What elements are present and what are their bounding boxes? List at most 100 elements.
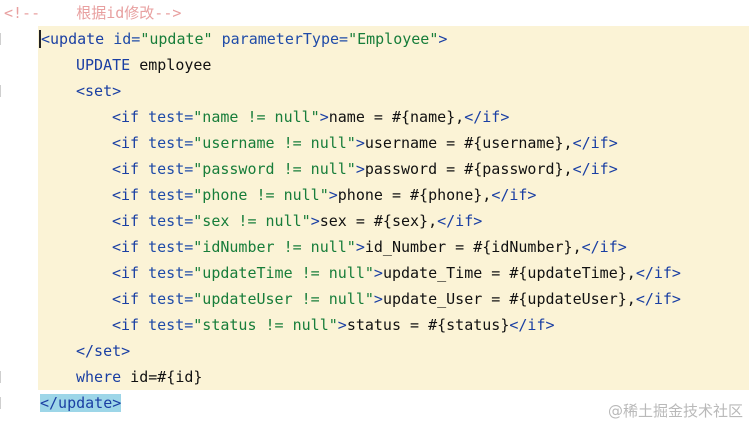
line-highlight bbox=[38, 78, 749, 104]
code-token: <if bbox=[112, 264, 140, 282]
code-text: <if test="phone != null">phone = #{phone… bbox=[112, 182, 536, 208]
code-token: > bbox=[328, 186, 338, 204]
code-line[interactable]: <if test="sex != null">sex = #{sex},</if… bbox=[0, 208, 749, 234]
code-line[interactable]: <!-- 根据id修改--> bbox=[0, 0, 749, 26]
code-line[interactable]: <if test="password != null">password = #… bbox=[0, 156, 749, 182]
code-token: where bbox=[76, 368, 122, 386]
code-token: test= bbox=[139, 134, 194, 152]
code-token: <if bbox=[112, 134, 140, 152]
code-text: </set> bbox=[76, 338, 130, 364]
code-token: "password != null" bbox=[193, 160, 356, 178]
code-token: </if> bbox=[635, 264, 681, 282]
code-token: update bbox=[50, 30, 105, 48]
line-highlight bbox=[38, 338, 749, 364]
code-token: <if bbox=[112, 212, 140, 230]
code-token: name = #{name}, bbox=[328, 108, 465, 126]
code-token: </if> bbox=[572, 160, 618, 178]
code-token: < bbox=[39, 30, 51, 48]
code-token: test= bbox=[139, 316, 194, 334]
code-token: > bbox=[355, 238, 365, 256]
code-token: test= bbox=[139, 186, 194, 204]
code-text: <update id="update" parameterType="Emplo… bbox=[39, 26, 448, 52]
code-token: sex = #{sex}, bbox=[319, 212, 438, 230]
code-token: employee bbox=[130, 56, 212, 74]
code-token: update_User = #{updateUser}, bbox=[382, 290, 636, 308]
code-text: where id=#{id} bbox=[76, 364, 202, 390]
code-token: > bbox=[337, 316, 347, 334]
code-token: "username != null" bbox=[193, 134, 356, 152]
code-token: id= bbox=[104, 30, 141, 48]
code-token: <if bbox=[112, 160, 140, 178]
code-text: <if test="username != null">username = #… bbox=[112, 130, 618, 156]
code-line[interactable]: <if test="phone != null">phone = #{phone… bbox=[0, 182, 749, 208]
code-line[interactable]: UPDATE employee bbox=[0, 52, 749, 78]
code-text: UPDATE employee bbox=[76, 52, 211, 78]
code-token: </if> bbox=[509, 316, 555, 334]
code-text: <if test="name != null">name = #{name},<… bbox=[112, 104, 509, 130]
code-token: <!-- bbox=[4, 4, 77, 22]
code-line[interactable]: where id=#{id} bbox=[0, 364, 749, 390]
code-token: UPDATE bbox=[76, 56, 131, 74]
code-token: </update> bbox=[40, 394, 122, 412]
code-token: "updateUser != null" bbox=[193, 290, 374, 308]
code-line[interactable]: <if test="idNumber != null">id_Number = … bbox=[0, 234, 749, 260]
code-token: "name != null" bbox=[193, 108, 320, 126]
code-token: test= bbox=[139, 108, 194, 126]
code-token: test= bbox=[139, 238, 194, 256]
code-token: <if bbox=[112, 238, 140, 256]
watermark: @稀土掘金技术社区 bbox=[607, 402, 743, 420]
code-token: test= bbox=[139, 264, 194, 282]
code-token: </set> bbox=[76, 342, 131, 360]
code-token: "status != null" bbox=[193, 316, 338, 334]
code-line[interactable]: <if test="status != null">status = #{sta… bbox=[0, 312, 749, 338]
code-token: test= bbox=[139, 290, 194, 308]
code-text: <if test="status != null">status = #{sta… bbox=[112, 312, 555, 338]
code-token: </if> bbox=[581, 238, 627, 256]
code-token: <if bbox=[112, 290, 140, 308]
code-token: username = #{username}, bbox=[364, 134, 573, 152]
code-token: <if bbox=[112, 316, 140, 334]
code-token: phone = #{phone}, bbox=[337, 186, 492, 204]
code-text: </update> bbox=[40, 390, 122, 416]
code-token: > bbox=[373, 264, 383, 282]
code-line[interactable]: <set> bbox=[0, 78, 749, 104]
code-token: parameterType= bbox=[212, 30, 349, 48]
code-token: id_Number = #{idNumber}, bbox=[364, 238, 582, 256]
code-text: <if test="updateUser != null">update_Use… bbox=[112, 286, 681, 312]
code-token: status = #{status} bbox=[346, 316, 510, 334]
code-text: <if test="idNumber != null">id_Number = … bbox=[112, 234, 627, 260]
code-token: "update" bbox=[140, 30, 213, 48]
code-line[interactable]: </set> bbox=[0, 338, 749, 364]
code-token: "updateTime != null" bbox=[193, 264, 374, 282]
code-line[interactable]: <if test="username != null">username = #… bbox=[0, 130, 749, 156]
code-token: </if> bbox=[437, 212, 483, 230]
code-token: test= bbox=[139, 160, 194, 178]
code-token: > bbox=[438, 30, 448, 48]
code-token: id=#{id} bbox=[121, 368, 203, 386]
code-token: "Employee" bbox=[348, 30, 439, 48]
code-token: 根据id修改--> bbox=[76, 4, 182, 22]
code-text: <if test="updateTime != null">update_Tim… bbox=[112, 260, 681, 286]
code-text: <set> bbox=[76, 78, 121, 104]
code-token: </if> bbox=[491, 186, 537, 204]
code-text: <if test="password != null">password = #… bbox=[112, 156, 618, 182]
code-token: > bbox=[355, 134, 365, 152]
code-line[interactable]: <update id="update" parameterType="Emplo… bbox=[0, 26, 749, 52]
code-token: update_Time = #{updateTime}, bbox=[382, 264, 636, 282]
code-token: <if bbox=[112, 186, 140, 204]
code-token: "idNumber != null" bbox=[193, 238, 356, 256]
code-token: </if> bbox=[464, 108, 510, 126]
code-token: </if> bbox=[572, 134, 618, 152]
code-token: <set> bbox=[76, 82, 122, 100]
code-token: "phone != null" bbox=[193, 186, 329, 204]
code-token: > bbox=[310, 212, 320, 230]
code-line[interactable]: <if test="name != null">name = #{name},<… bbox=[0, 104, 749, 130]
code-line[interactable]: <if test="updateTime != null">update_Tim… bbox=[0, 260, 749, 286]
code-token: "sex != null" bbox=[193, 212, 311, 230]
code-line[interactable]: <if test="updateUser != null">update_Use… bbox=[0, 286, 749, 312]
code-token: > bbox=[373, 290, 383, 308]
code-token: > bbox=[355, 160, 365, 178]
code-token: > bbox=[319, 108, 329, 126]
code-token: </if> bbox=[635, 290, 681, 308]
code-text: <!-- 根据id修改--> bbox=[4, 0, 181, 26]
